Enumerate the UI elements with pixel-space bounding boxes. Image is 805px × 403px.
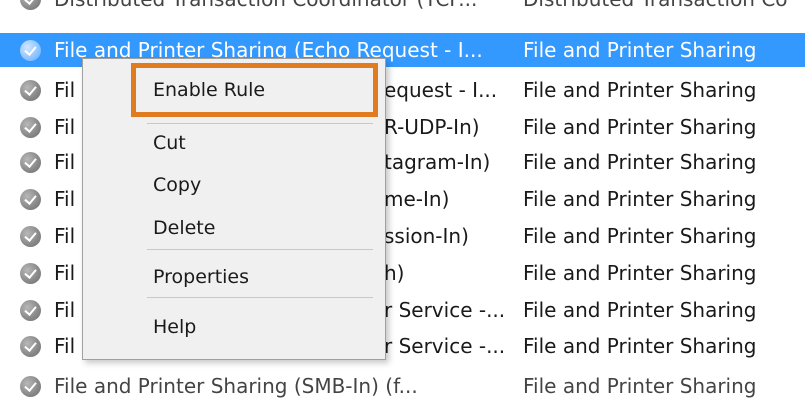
rule-group: File and Printer Sharing [523, 150, 757, 174]
rule-enabled-icon [20, 376, 41, 397]
rule-group: File and Printer Sharing [523, 224, 757, 248]
menu-item-enable-rule[interactable]: Enable Rule [131, 63, 378, 117]
rule-enabled-icon [20, 40, 41, 61]
rule-name-tail: equest - I... [384, 78, 498, 102]
menu-item-label: Properties [153, 266, 250, 288]
rule-name-tail: r Service -... [384, 298, 506, 322]
menu-item-copy[interactable]: Copy [83, 167, 385, 203]
menu-separator [147, 123, 373, 124]
rule-name-tail: ssion-In) [384, 224, 469, 248]
rule-name: Distributed Transaction Coordinator (TCP… [54, 0, 510, 16]
rule-group: File and Printer Sharing [523, 261, 757, 285]
rule-group: File and Printer Sharing [523, 115, 757, 139]
context-menu: Enable Rule Cut Copy Delete Properties H… [82, 58, 386, 360]
rule-enabled-icon [20, 263, 41, 284]
rule-row-partial-top[interactable]: Distributed Transaction Coordinator (TCP… [0, 0, 805, 16]
rule-enabled-icon [20, 300, 41, 321]
rule-enabled-icon [20, 0, 41, 10]
rule-enabled-icon [20, 189, 41, 210]
rule-group: File and Printer Sharing [523, 298, 757, 322]
rule-enabled-icon [20, 226, 41, 247]
rule-name-tail: h) [384, 261, 405, 285]
menu-item-properties[interactable]: Properties [83, 259, 385, 295]
menu-item-label: Copy [153, 174, 202, 196]
menu-item-label: Help [153, 316, 197, 338]
rule-enabled-icon [20, 80, 41, 101]
rule-enabled-icon [20, 117, 41, 138]
rule-name: File and Printer Sharing (SMB-In) (f... [54, 374, 418, 398]
menu-separator [147, 249, 373, 250]
menu-item-help[interactable]: Help [83, 309, 385, 345]
menu-separator [147, 297, 373, 298]
rule-name-tail: me-In) [384, 187, 450, 211]
menu-item-cut[interactable]: Cut [83, 125, 385, 161]
rule-group: File and Printer Sharing [523, 38, 757, 62]
menu-item-label: Delete [153, 217, 216, 239]
rule-group: File and Printer Sharing [523, 374, 757, 398]
menu-item-label: Enable Rule [153, 79, 266, 101]
rule-row-partial-bottom[interactable]: File and Printer Sharing (SMB-In) (f... … [0, 369, 805, 403]
rule-enabled-icon [20, 152, 41, 173]
rule-group: File and Printer Sharing [523, 187, 757, 211]
menu-item-label: Cut [153, 132, 186, 154]
rule-group: File and Printer Sharing [523, 78, 757, 102]
rule-group: Distributed Transaction Co [523, 0, 805, 16]
rule-name-tail: R-UDP-In) [384, 115, 480, 139]
rule-name-tail: tagram-In) [384, 150, 491, 174]
menu-item-delete[interactable]: Delete [83, 210, 385, 246]
rule-name-tail: r Service -... [384, 334, 506, 358]
rule-enabled-icon [20, 336, 41, 357]
rule-group: File and Printer Sharing [523, 334, 757, 358]
